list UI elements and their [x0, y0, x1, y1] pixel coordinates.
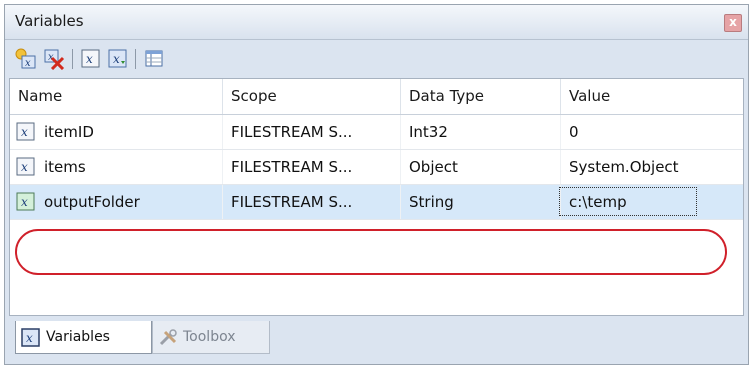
tab-label: Toolbox: [183, 329, 236, 345]
svg-text:x: x: [86, 52, 93, 66]
variable-options-button[interactable]: x: [107, 48, 129, 70]
variable-name: itemID: [44, 123, 94, 141]
grid-header: Name Scope Data Type Value: [10, 79, 743, 115]
table-row[interactable]: x itemID FILESTREAM S... Int32 0: [10, 115, 743, 150]
delete-variable-button[interactable]: x: [43, 48, 65, 71]
tab-label: Variables: [46, 329, 110, 345]
variables-panel: Variables x x x x x Name Scope Data Type…: [4, 4, 749, 365]
table-row[interactable]: x items FILESTREAM S... Object System.Ob…: [10, 150, 743, 185]
data-type-cell[interactable]: Int32: [401, 115, 561, 149]
delete-variable-icon: x: [44, 49, 65, 71]
svg-text:x: x: [21, 160, 28, 174]
variable-icon: x: [21, 328, 40, 347]
data-type-cell[interactable]: Object: [401, 150, 561, 184]
svg-text:x: x: [21, 195, 28, 209]
panel-title: Variables: [15, 12, 84, 30]
variable-icon: x: [16, 122, 35, 141]
tab-strip: x Variables Toolbox: [9, 321, 744, 361]
variable-name: outputFolder: [44, 193, 140, 211]
tab-toolbox[interactable]: Toolbox: [152, 321, 270, 354]
add-variable-icon: x: [15, 48, 36, 69]
grid-options-icon: [145, 50, 163, 67]
name-cell: x itemID: [10, 115, 223, 149]
variable-icon: x: [16, 192, 35, 211]
toolbox-icon: [159, 329, 177, 346]
column-header-data-type[interactable]: Data Type: [401, 79, 561, 114]
column-header-value[interactable]: Value: [561, 79, 745, 114]
variable-icon: x: [81, 49, 100, 68]
toolbar-separator: [135, 49, 136, 69]
name-cell: x outputFolder: [10, 185, 223, 219]
toolbar: x x x x: [5, 40, 748, 78]
scope-cell: FILESTREAM S...: [223, 185, 401, 219]
variable-icon: x: [16, 157, 35, 176]
column-header-scope[interactable]: Scope: [223, 79, 401, 114]
variable-button[interactable]: x: [80, 48, 102, 70]
svg-text:x: x: [25, 58, 31, 69]
toolbar-separator: [72, 49, 73, 69]
data-type-cell[interactable]: String: [401, 185, 561, 219]
value-cell[interactable]: System.Object: [561, 150, 745, 184]
table-row-selected[interactable]: x outputFolder FILESTREAM S... String c:…: [10, 185, 743, 220]
variable-name: items: [44, 158, 86, 176]
svg-text:x: x: [113, 52, 120, 66]
scope-cell: FILESTREAM S...: [223, 115, 401, 149]
variable-options-icon: x: [108, 49, 127, 68]
svg-text:x: x: [26, 331, 33, 345]
tab-variables[interactable]: x Variables: [15, 321, 152, 354]
value-cell[interactable]: 0: [561, 115, 745, 149]
name-cell: x items: [10, 150, 223, 184]
scope-cell: FILESTREAM S...: [223, 150, 401, 184]
highlight-annotation: [15, 229, 727, 275]
column-header-name[interactable]: Name: [10, 79, 223, 114]
close-button[interactable]: x: [724, 14, 742, 32]
svg-text:x: x: [21, 125, 28, 139]
value-cell-focus: [559, 187, 697, 216]
grid-options-button[interactable]: [143, 48, 165, 70]
title-bar: Variables x: [5, 5, 748, 40]
add-variable-button[interactable]: x: [15, 48, 37, 70]
variables-grid: Name Scope Data Type Value x itemID FILE…: [9, 78, 744, 316]
